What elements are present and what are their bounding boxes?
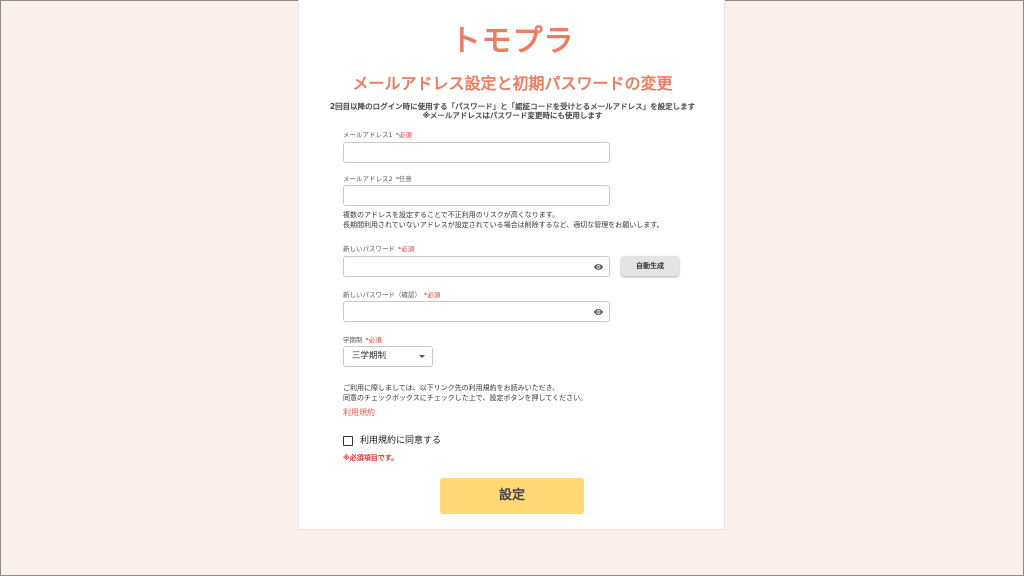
submit-button[interactable]: 設定	[440, 478, 584, 514]
new-password-label: 新しいパスワード *必須	[343, 245, 414, 254]
new-password-field[interactable]	[343, 256, 610, 277]
term-system-label: 学期制 *必須	[343, 336, 382, 345]
required-badge: *必須	[424, 291, 441, 299]
email1-label: メールアドレス1 *必須	[343, 131, 412, 140]
email-note-line2: 長期間利用されていないアドレスが設定されている場合は削除するなど、適切な管理をお…	[343, 221, 664, 229]
new-password-label-text: 新しいパスワード	[343, 245, 395, 253]
eye-icon[interactable]	[593, 307, 604, 317]
terms-text-line2: 同意のチェックボックスにチェックした上で、設定ボタンを押してください。	[343, 394, 588, 402]
email2-field[interactable]	[343, 185, 610, 206]
optional-badge: *任意	[395, 175, 412, 183]
required-badge: *必須	[365, 336, 382, 344]
page-title: メールアドレス設定と初期パスワードの変更	[352, 74, 673, 93]
email1-label-text: メールアドレス1	[343, 131, 393, 139]
email2-label: メールアドレス2 *任意	[343, 175, 412, 184]
term-system-select[interactable]: 三学期制	[343, 346, 433, 367]
auto-generate-button[interactable]: 自動生成	[621, 256, 679, 276]
agree-checkbox[interactable]	[343, 436, 353, 446]
email2-label-text: メールアドレス2	[343, 175, 393, 183]
confirm-password-field[interactable]	[343, 301, 610, 322]
required-note: ※必須項目です。	[343, 454, 399, 462]
email1-field[interactable]	[343, 142, 610, 163]
eye-icon[interactable]	[593, 262, 604, 272]
terms-link[interactable]: 利用規約	[343, 408, 375, 418]
term-system-selected: 三学期制	[352, 351, 387, 361]
agree-label[interactable]: 利用規約に同意する	[360, 435, 441, 447]
chevron-down-icon	[419, 355, 425, 358]
terms-text-line1: ご利用に際しましては、以下リンク先の利用規約をお読みいただき、	[343, 384, 560, 392]
page-description-note: ※メールアドレスはパスワード変更時にも使用します	[422, 111, 603, 120]
email-note-line1: 複数のアドレスを設定することで不正利用のリスクが高くなります。	[343, 211, 560, 219]
required-badge: *必須	[398, 245, 415, 253]
brand-logo: トモプラ	[450, 24, 575, 59]
confirm-password-label: 新しいパスワード（確認） *必須	[343, 291, 440, 300]
term-system-label-text: 学期制	[343, 336, 363, 344]
required-badge: *必須	[395, 131, 412, 139]
confirm-password-label-text: 新しいパスワード（確認）	[343, 291, 421, 299]
settings-card: トモプラ メールアドレス設定と初期パスワードの変更 2回目以降のログイン時に使用…	[298, 0, 725, 530]
